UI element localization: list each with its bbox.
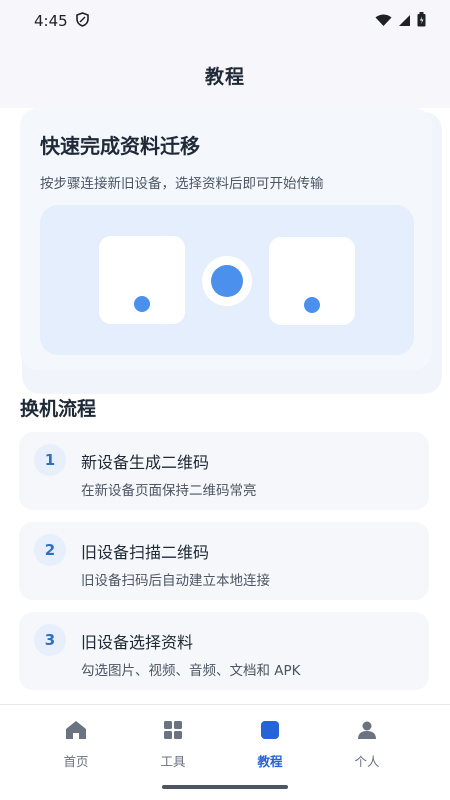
step-description: 旧设备扫码后自动建立本地连接 [81,573,270,589]
step-title: 旧设备扫描二维码 [81,543,210,562]
status-left: 4:45 [34,11,89,31]
grid-icon [162,719,184,741]
step-title: 新设备生成二维码 [81,453,210,472]
nav-item-home[interactable]: 首页 [28,705,124,785]
transfer-center-icon [202,256,252,306]
hero-subtitle: 按步骤连接新旧设备，选择资料后即可开始传输 [40,176,324,192]
new-device-illustration [269,237,355,325]
step-card-1[interactable]: 1 新设备生成二维码 在新设备页面保持二维码常亮 [19,432,429,510]
step-title: 旧设备选择资料 [81,633,194,652]
status-bar: 4:45 [0,0,450,42]
step-number: 2 [34,534,66,566]
nav-label: 首页 [63,754,89,769]
center-dot [211,265,243,297]
step-description: 在新设备页面保持二维码常亮 [81,483,257,499]
device-dot [134,296,150,312]
home-icon [65,719,87,741]
step-card-2[interactable]: 2 旧设备扫描二维码 旧设备扫码后自动建立本地连接 [19,522,429,600]
battery-icon [417,11,426,31]
hero-card: 快速完成资料迁移 按步骤连接新旧设备，选择资料后即可开始传输 [20,108,432,370]
transfer-illustration [40,205,414,355]
status-right [375,11,426,31]
status-time: 4:45 [34,12,68,30]
step-number: 3 [34,624,66,656]
nav-item-tutorial[interactable]: 教程 [222,705,318,785]
hero-title: 快速完成资料迁移 [40,134,200,158]
nav-item-profile[interactable]: 个人 [319,705,415,785]
nav-item-tools[interactable]: 工具 [125,705,221,785]
page-title: 教程 [204,65,245,88]
home-indicator[interactable] [162,785,288,789]
person-icon [356,719,378,741]
old-device-illustration [99,236,185,324]
tutorial-icon [259,719,281,741]
nav-label: 工具 [160,754,186,769]
shield-icon [75,11,89,31]
nav-label: 教程 [257,754,283,769]
app-header: 教程 [0,42,450,108]
step-description: 勾选图片、视频、音频、文档和 APK [81,663,301,679]
signal-icon [398,12,411,31]
section-title: 换机流程 [20,398,97,420]
wifi-icon [375,12,392,31]
nav-label: 个人 [354,754,380,769]
step-number: 1 [34,444,66,476]
step-card-3[interactable]: 3 旧设备选择资料 勾选图片、视频、音频、文档和 APK [19,612,429,690]
device-dot [304,297,320,313]
